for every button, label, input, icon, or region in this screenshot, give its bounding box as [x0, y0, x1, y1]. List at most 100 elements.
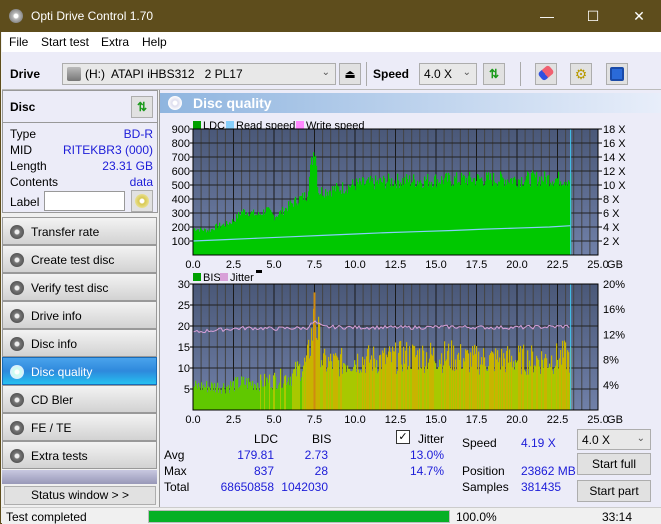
test-speed-select[interactable]: 4.0 X ⌄	[577, 429, 651, 450]
y-tick-label: 500	[172, 180, 190, 192]
x-tick-label: 2.5	[226, 414, 241, 426]
y2-tick-label: 16 X	[603, 138, 626, 150]
nav-cd-bler[interactable]: CD Bler	[2, 385, 157, 413]
mid-label: MID	[10, 143, 32, 157]
stats-header-bis: BIS	[312, 432, 332, 446]
total-label: Total	[164, 480, 190, 494]
y-tick-label: 25	[178, 300, 190, 312]
y2-tick-label: 4 X	[603, 222, 620, 234]
menu-help[interactable]: Help	[142, 35, 167, 49]
sidebar: Disc ⇅ Type BD-R MID RITEKBR3 (000) Leng…	[2, 90, 158, 510]
jitter-checkbox[interactable]: ✓	[396, 430, 410, 444]
disc-refresh-button[interactable]: ⇅	[131, 96, 153, 118]
disc-icon	[10, 309, 24, 323]
minimize-button[interactable]: —	[524, 1, 570, 32]
nav-disc-quality[interactable]: Disc quality	[2, 357, 157, 385]
legend-bis: BIS	[203, 272, 221, 284]
status-window-button[interactable]: Status window > >	[4, 486, 156, 505]
start-full-button[interactable]: Start full	[577, 453, 651, 475]
save-button[interactable]	[606, 63, 628, 85]
y2-tick-label: 12%	[603, 329, 625, 341]
y2-tick-label: 14 X	[603, 152, 626, 164]
disc-header: Disc	[10, 100, 36, 114]
legend-ldc-swatch	[193, 121, 201, 129]
disc-icon	[10, 253, 24, 267]
ldc-chart: LDC Read speed Write speed 1002003004005…	[172, 120, 627, 271]
legend-read-speed-swatch	[226, 121, 234, 129]
test-speed-value: 4.0 X	[582, 433, 611, 447]
progress-fill	[149, 511, 449, 522]
maximize-button[interactable]: ☐	[570, 1, 616, 32]
drive-select[interactable]: (H:) ATAPI iHBS312 2 PL17 ⌄	[62, 63, 336, 85]
start-part-button[interactable]: Start part	[577, 480, 651, 502]
settings-button[interactable]: ⚙	[570, 63, 592, 85]
drive-label: Drive	[10, 67, 41, 81]
y-tick-label: 30	[178, 279, 190, 291]
type-label: Type	[10, 127, 37, 141]
x-tick-label: 12.5	[385, 414, 406, 426]
drive-icon	[67, 67, 81, 81]
y-tick-label: 100	[172, 236, 190, 248]
disc-icon	[10, 337, 24, 351]
eject-button[interactable]: ⏏	[339, 63, 361, 85]
disc-panel: Disc ⇅ Type BD-R MID RITEKBR3 (000) Leng…	[2, 90, 158, 213]
menu-file[interactable]: File	[9, 35, 28, 49]
close-button[interactable]: ✕	[616, 1, 661, 32]
nav-extra-tests[interactable]: Extra tests	[2, 441, 157, 469]
menu-start-test[interactable]: Start test	[41, 35, 89, 49]
speed-select[interactable]: 4.0 X ⌄	[419, 63, 477, 85]
nav-fe-te[interactable]: FE / TE	[2, 413, 157, 441]
x-unit-label: GB	[607, 414, 623, 426]
disc-icon	[10, 393, 24, 407]
elapsed-time: 33:14	[602, 510, 633, 524]
chevron-down-icon: ⌄	[462, 67, 471, 78]
progress-bar	[148, 510, 450, 523]
panel-header: Disc quality	[160, 93, 661, 113]
type-value: BD-R	[123, 127, 153, 141]
contents-value: data	[129, 175, 153, 189]
refresh-button[interactable]: ⇅	[483, 63, 505, 85]
y2-tick-label: 20%	[603, 279, 625, 291]
disc-icon	[10, 421, 24, 435]
eject-icon: ⏏	[344, 67, 356, 81]
refresh-icon: ⇅	[136, 100, 148, 114]
nav-drive-info[interactable]: Drive info	[2, 301, 157, 329]
window-title: Opti Drive Control 1.70	[31, 9, 154, 23]
length-label: Length	[10, 159, 47, 173]
toolbar-divider	[366, 62, 367, 86]
mid-value: RITEKBR3 (000)	[62, 143, 153, 157]
disc-icon	[10, 365, 24, 379]
samples-value: 381435	[521, 480, 562, 494]
y-tick-label: 300	[172, 208, 190, 220]
label-input[interactable]	[44, 191, 125, 211]
x-tick-label: 10.0	[344, 414, 365, 426]
nav-transfer-rate[interactable]: Transfer rate	[2, 217, 157, 245]
y2-tick-label: 6 X	[603, 208, 620, 220]
disc-label-button[interactable]	[131, 190, 153, 212]
menu-extra[interactable]: Extra	[101, 35, 129, 49]
erase-button[interactable]	[535, 63, 557, 85]
y2-tick-label: 16%	[603, 304, 625, 316]
speed-label: Speed	[462, 436, 497, 450]
y-tick-label: 400	[172, 194, 190, 206]
panel-title: Disc quality	[193, 95, 272, 111]
speed-value: 4.0 X	[424, 67, 453, 81]
x-tick-label: 17.5	[466, 414, 487, 426]
total-bis: 1042030	[281, 480, 328, 494]
nav-disc-info[interactable]: Disc info	[2, 329, 157, 357]
disc-icon	[10, 449, 24, 463]
y2-tick-label: 10 X	[603, 180, 626, 192]
nav-verify-test-disc[interactable]: Verify test disc	[2, 273, 157, 301]
y2-tick-label: 4%	[603, 380, 619, 392]
y-tick-label: 15	[178, 342, 190, 354]
nav-create-test-disc[interactable]: Create test disc	[2, 245, 157, 273]
speed-label: Speed	[373, 67, 410, 81]
max-bis: 28	[314, 464, 328, 478]
position-label: Position	[462, 464, 505, 478]
app-disc-icon	[9, 9, 23, 23]
y2-tick-label: 8 X	[603, 194, 620, 206]
avg-ldc: 179.81	[237, 448, 274, 462]
label-label: Label	[10, 195, 40, 209]
title-bar: Opti Drive Control 1.70 — ☐ ✕	[1, 1, 661, 32]
y2-tick-label: 2 X	[603, 236, 620, 248]
